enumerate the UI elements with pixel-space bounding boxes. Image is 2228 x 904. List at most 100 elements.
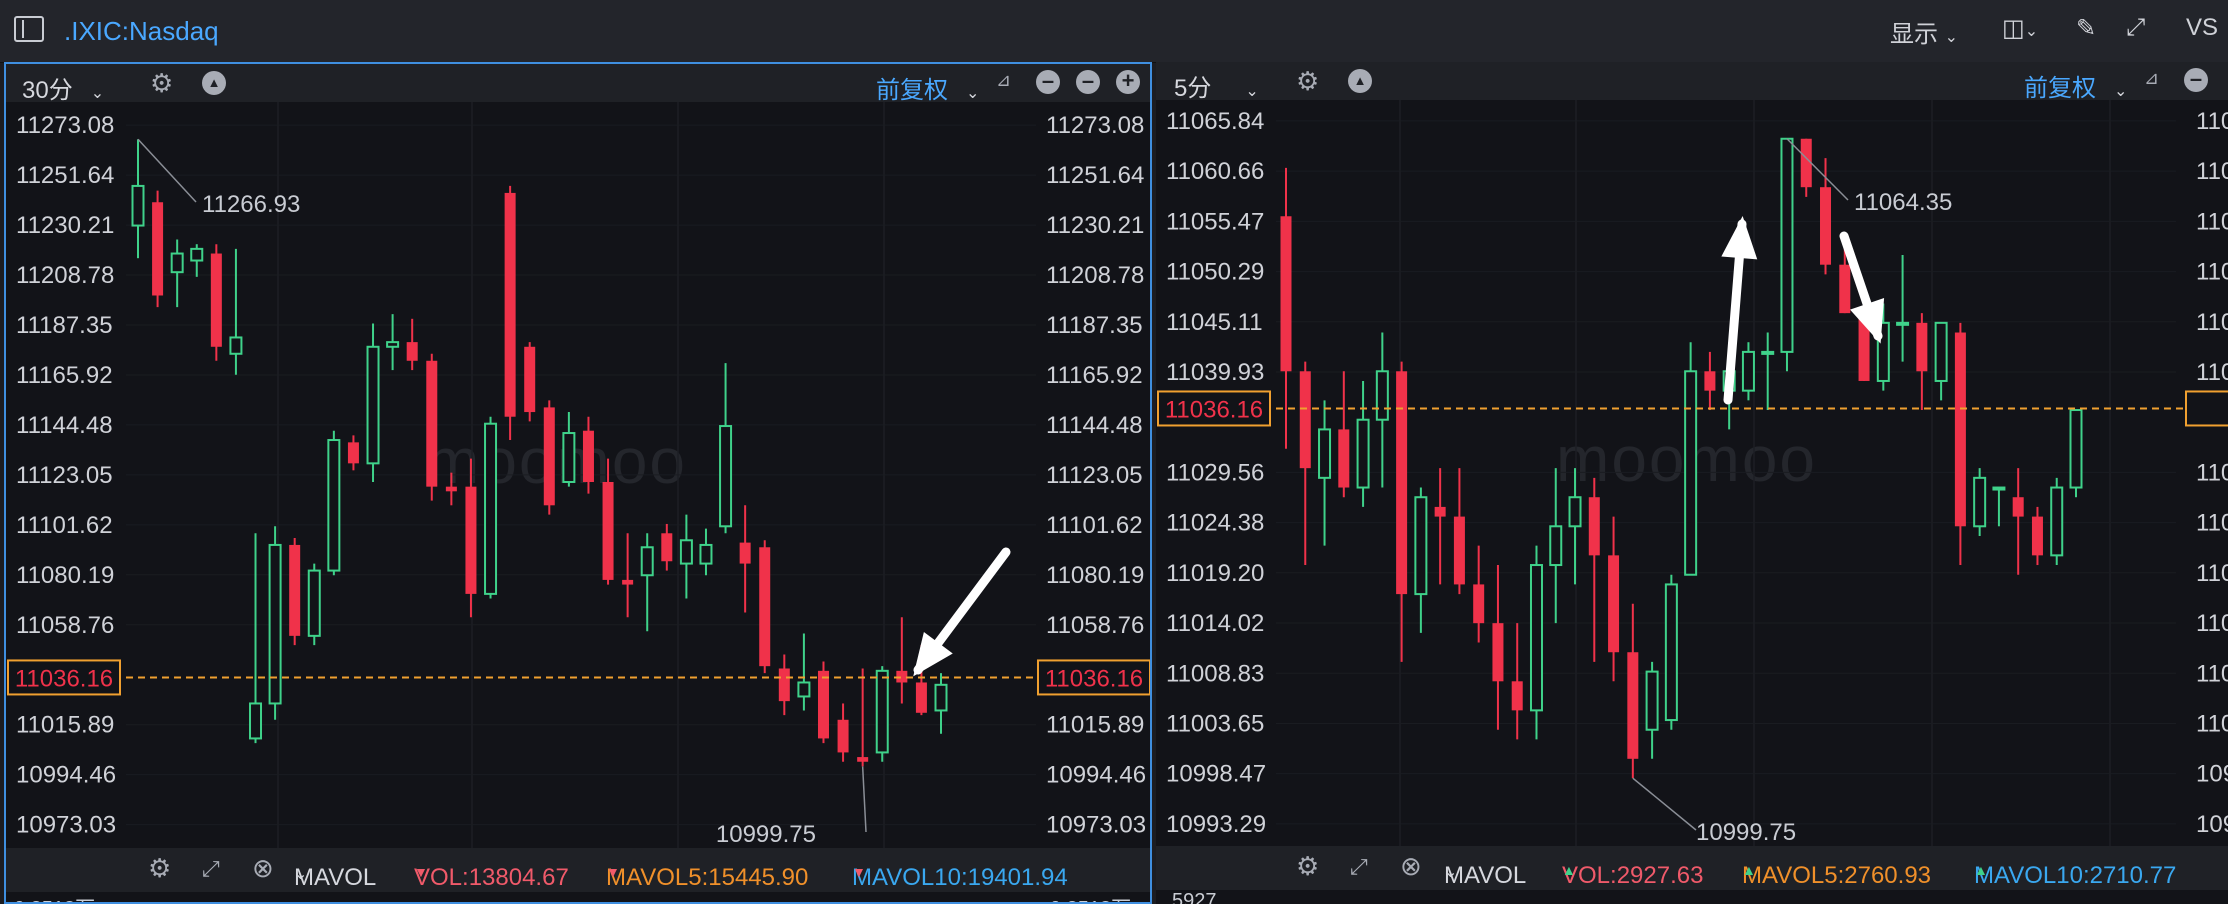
y-axis-label: 11065.84: [1166, 108, 1264, 135]
interval-selector[interactable]: 5分 ⌄: [1174, 68, 1259, 103]
candlestick-chart[interactable]: 11273.08 11273.08 11251.64 11251.64 11230.21…: [6, 102, 1152, 848]
y-axis-label-right: 10993.29: [2196, 811, 2228, 838]
candle-body: [190, 247, 204, 262]
minus-icon[interactable]: –: [1076, 70, 1100, 94]
candle: [2050, 477, 2064, 566]
candle-body: [524, 346, 536, 413]
y-axis-label: 10998.47: [1166, 761, 1266, 788]
panel-toolbar: 5分 ⌄ ⚙ ▲ 前复权 ⌄ ⊿ –: [1156, 62, 2228, 103]
candle-body: [1549, 525, 1563, 567]
candle: [386, 314, 400, 371]
axis-scale-icon[interactable]: ⊿: [996, 70, 1011, 91]
gear-icon[interactable]: ⚙: [1296, 66, 1319, 97]
candle-body: [1992, 486, 2006, 491]
display-menu-button[interactable]: 显示 ⌄: [1890, 14, 1958, 49]
chart-panel-5min[interactable]: 5分⌄ ⚙ ▲ 前复权⌄ ⊿ – moomoo 11065.8411060.66…: [1156, 62, 2228, 904]
candle: [406, 318, 418, 371]
candle: [131, 139, 145, 259]
price-tag-right: [2185, 390, 2228, 427]
candle: [307, 563, 321, 646]
candle-body: [1820, 187, 1832, 265]
gear-icon[interactable]: ⚙: [150, 68, 173, 99]
y-axis-label-right: 11187.35: [1046, 312, 1143, 339]
y-axis-label: 11230.21: [16, 212, 114, 239]
candle: [797, 633, 811, 711]
close-icon[interactable]: ⊗: [1400, 851, 1422, 882]
candle: [1434, 468, 1446, 585]
candle-body: [465, 486, 477, 594]
candle-body: [2031, 516, 2043, 556]
candle: [2031, 506, 2043, 566]
volume-axis-label: 5927: [1172, 890, 1217, 904]
layout-split-icon[interactable]: ◫⌄: [2002, 14, 2038, 43]
y-axis-label-right: 11230.21: [1046, 212, 1144, 239]
candle: [426, 353, 438, 501]
candle-body: [1934, 321, 1948, 382]
candle-body: [426, 360, 438, 487]
plus-icon[interactable]: +: [1116, 70, 1140, 94]
draw-tool-icon[interactable]: ✎: [2076, 14, 2096, 43]
candle-body: [131, 184, 145, 227]
candle: [1549, 468, 1563, 624]
adjust-label: 前复权: [876, 77, 948, 104]
minus-icon[interactable]: –: [1036, 70, 1060, 94]
candle: [1338, 371, 1350, 498]
y-axis-label-right: 11008.83: [2196, 660, 2228, 687]
candle: [837, 703, 849, 762]
current-price-label-right: 11036.16: [1045, 665, 1143, 692]
high-price-annotation: 11064.35: [1854, 189, 1952, 216]
candle-body: [1664, 583, 1678, 722]
down-arrow-icon: ▼: [606, 864, 620, 880]
expand-icon[interactable]: ⤢: [202, 856, 220, 882]
axis-scale-icon[interactable]: ⊿: [2144, 68, 2159, 89]
candle-body: [445, 486, 457, 492]
candlestick-chart[interactable]: 11065.84 11060.66 11055.47 11050.29 11045.11…: [1156, 100, 2228, 846]
y-axis-label: 11055.47: [1166, 208, 1264, 235]
expand-icon[interactable]: ⤢: [1350, 854, 1368, 880]
candle: [249, 533, 263, 744]
candle: [1761, 332, 1775, 411]
gear-icon[interactable]: ⚙: [148, 853, 171, 884]
candle: [268, 526, 282, 720]
candle-body: [1453, 516, 1465, 585]
y-axis-label-right: 10998.47: [2196, 761, 2228, 788]
adjust-selector[interactable]: 前复权 ⌄: [876, 70, 979, 105]
candle: [2012, 468, 2024, 575]
y-axis-label-right: 11251.64: [1046, 162, 1144, 189]
candle: [445, 472, 457, 506]
gear-icon[interactable]: ⚙: [1296, 851, 1319, 882]
y-axis-label-right: 11144.48: [1046, 412, 1143, 439]
candle-body: [915, 682, 927, 713]
y-axis-label: 11251.64: [16, 162, 114, 189]
y-axis-label-right: 11039.93: [2196, 359, 2228, 386]
chart-panel-30min[interactable]: 30分 ⌄ ⚙ ▲ 前复权 ⌄ ⊿ – – + moomoo 11273.08 112…: [4, 62, 1152, 904]
adjust-selector[interactable]: 前复权 ⌄: [2024, 68, 2127, 103]
minus-icon[interactable]: –: [2184, 68, 2208, 92]
candle: [1511, 623, 1523, 740]
y-axis-label: 11050.29: [1166, 259, 1264, 286]
candle: [1453, 468, 1465, 595]
candle-body: [1414, 496, 1428, 596]
close-icon[interactable]: ⊗: [252, 853, 274, 884]
candle: [1588, 477, 1600, 662]
candle: [602, 458, 614, 585]
candle: [1800, 138, 1812, 197]
candle-body: [679, 539, 693, 565]
candle: [210, 244, 222, 361]
candle-body: [347, 442, 359, 464]
low-leader-line: [861, 766, 867, 833]
candle: [1492, 565, 1504, 730]
chevron-down-icon: ⌄: [2114, 83, 2128, 100]
interval-selector[interactable]: 30分 ⌄: [22, 70, 104, 105]
candle-body: [406, 342, 418, 361]
candle: [817, 661, 829, 744]
candle-body: [1741, 350, 1755, 392]
sidebar-toggle-icon[interactable]: [14, 16, 44, 42]
collapse-up-icon[interactable]: ▲: [202, 71, 226, 95]
compare-vs-button[interactable]: VS: [2186, 14, 2218, 42]
candle: [1299, 361, 1311, 566]
symbol-title[interactable]: .IXIC:Nasdaq: [64, 16, 219, 47]
fullscreen-icon[interactable]: ⤢: [2126, 14, 2145, 42]
collapse-up-icon[interactable]: ▲: [1348, 69, 1372, 93]
candle-body: [1588, 497, 1600, 556]
